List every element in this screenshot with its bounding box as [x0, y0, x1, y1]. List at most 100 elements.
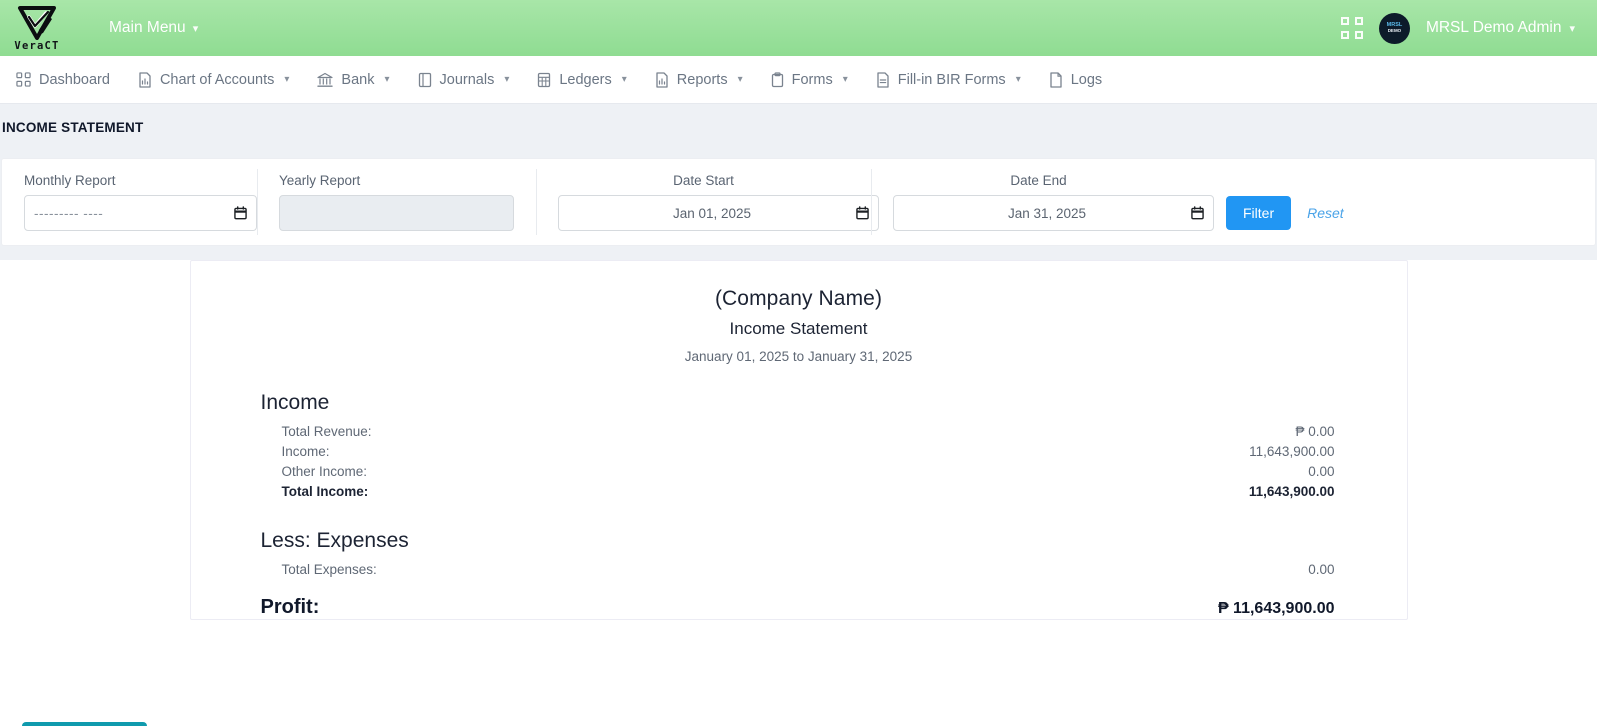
nav-label: Reports	[676, 71, 728, 88]
chevron-down-icon: ▾	[192, 22, 199, 35]
row-amount: 0.00	[1308, 562, 1335, 577]
avatar-line-1: MRSL	[1386, 21, 1403, 28]
chevron-down-icon: ▾	[621, 74, 627, 85]
book-icon	[418, 72, 431, 87]
table-row: Total Expenses: 0.00	[227, 560, 1371, 580]
chevron-down-icon: ▾	[737, 74, 743, 85]
yearly-report-group: Yearly Report	[257, 169, 536, 235]
header-right-cluster: MRSL DEMO MRSL Demo Admin ▾	[1340, 12, 1579, 44]
income-statement-sheet: (Company Name) Income Statement January …	[189, 260, 1408, 620]
page-title: INCOME STATEMENT	[2, 120, 144, 135]
calendar-icon[interactable]	[234, 206, 247, 220]
document-icon	[139, 71, 151, 88]
row-label: Total Income:	[281, 484, 369, 499]
nav-item-ledgers[interactable]: Ledgers ▾	[523, 56, 640, 104]
file-text-icon	[877, 71, 889, 88]
monthly-report-label: Monthly Report	[24, 173, 116, 188]
report-company-name: (Company Name)	[714, 287, 883, 310]
row-amount: 11,643,900.00	[1248, 484, 1335, 499]
monthly-report-group: Monthly Report --------- ----	[24, 169, 257, 235]
chevron-down-icon: ▾	[1015, 74, 1021, 85]
filter-button[interactable]: Filter	[1226, 196, 1292, 230]
nav-item-reports[interactable]: Reports ▾	[641, 56, 757, 104]
row-label: Other Income:	[281, 464, 368, 479]
avatar[interactable]: MRSL DEMO	[1378, 12, 1410, 44]
grid-icon	[16, 72, 31, 87]
nav-item-logs[interactable]: Logs	[1035, 56, 1116, 104]
report-icon	[656, 71, 668, 88]
top-header: VeraCT Main Menu ▾ MRSL DEMO MRSL Demo A…	[0, 0, 1597, 56]
date-start-group: Date Start Jan 01, 2025	[536, 169, 879, 235]
date-start-value: Jan 01, 2025	[672, 205, 752, 221]
yearly-report-label: Yearly Report	[279, 173, 361, 188]
main-navigation: Dashboard Chart of Accounts ▾ Bank ▾ Jou…	[0, 56, 1597, 104]
fullscreen-icon[interactable]	[1340, 17, 1363, 39]
expenses-section-heading: Less: Expenses	[260, 529, 409, 552]
nav-item-dashboard[interactable]: Dashboard	[2, 56, 124, 104]
user-name-label: MRSL Demo Admin	[1425, 19, 1562, 36]
chevron-down-icon: ▾	[384, 74, 390, 85]
date-end-label: Date End	[1010, 173, 1067, 188]
main-menu-button[interactable]: Main Menu ▾	[109, 19, 198, 37]
report-date-range: January 01, 2025 to January 31, 2025	[684, 349, 913, 364]
table-row: Income: 11,643,900.00	[227, 442, 1371, 462]
date-end-input[interactable]: Jan 31, 2025	[893, 195, 1214, 231]
report-area: (Company Name) Income Statement January …	[0, 260, 1597, 708]
page-title-bar: INCOME STATEMENT	[0, 104, 1597, 158]
profit-row: Profit: ₱ 11,643,900.00	[227, 592, 1371, 624]
chevron-down-icon: ▾	[284, 74, 290, 85]
row-amount: ₱ 0.00	[1295, 424, 1335, 439]
monthly-report-input[interactable]: --------- ----	[24, 195, 257, 231]
table-row: Total Revenue: ₱ 0.00	[227, 422, 1371, 442]
row-amount: 0.00	[1308, 464, 1335, 479]
nav-item-journals[interactable]: Journals ▾	[404, 56, 524, 104]
profit-amount: ₱ 11,643,900.00	[1217, 600, 1335, 617]
row-label: Total Expenses:	[281, 562, 377, 577]
date-start-label: Date Start	[673, 173, 734, 188]
nav-item-fill-in-bir-forms[interactable]: Fill-in BIR Forms ▾	[862, 56, 1035, 104]
table-row: Total Income: 11,643,900.00	[227, 482, 1371, 502]
nav-label: Bank	[341, 71, 375, 88]
yearly-report-input[interactable]	[279, 195, 514, 231]
nav-label: Ledgers	[559, 71, 612, 88]
nav-item-forms[interactable]: Forms ▾	[757, 56, 862, 104]
nav-label: Chart of Accounts	[159, 71, 275, 88]
print-save-button[interactable]: Print / Save	[22, 722, 148, 726]
nav-label: Journals	[439, 71, 495, 88]
profit-label: Profit:	[260, 596, 320, 618]
income-section-heading: Income	[260, 391, 330, 414]
brand-logo[interactable]: VeraCT	[0, 0, 74, 56]
filter-actions: Filter Reset	[1206, 174, 1344, 230]
main-menu-label: Main Menu	[109, 19, 186, 36]
chevron-down-icon: ▾	[504, 74, 510, 85]
filter-panel: Monthly Report --------- ---- Yearly Rep…	[1, 158, 1596, 246]
nav-label: Fill-in BIR Forms	[897, 71, 1006, 88]
table-row: Other Income: 0.00	[227, 462, 1371, 482]
nav-label: Forms	[791, 71, 833, 88]
calendar-icon[interactable]	[1191, 206, 1204, 220]
nav-item-bank[interactable]: Bank ▾	[303, 56, 403, 104]
bank-icon	[317, 72, 334, 87]
user-menu-button[interactable]: MRSL Demo Admin ▾	[1426, 19, 1579, 37]
brand-name: VeraCT	[14, 40, 60, 53]
clipboard-icon	[771, 71, 783, 87]
log-icon	[1050, 71, 1062, 88]
date-start-input[interactable]: Jan 01, 2025	[558, 195, 879, 231]
row-amount: 11,643,900.00	[1249, 444, 1335, 459]
report-title: Income Statement	[729, 319, 868, 338]
row-label: Income:	[281, 444, 330, 459]
date-end-value: Jan 31, 2025	[1007, 205, 1087, 221]
nav-label: Dashboard	[39, 71, 110, 88]
nav-label: Logs	[1070, 71, 1103, 88]
chevron-down-icon: ▾	[842, 74, 848, 85]
footer-actions: Print / Save	[0, 708, 1597, 726]
nav-item-chart-of-accounts[interactable]: Chart of Accounts ▾	[124, 56, 303, 104]
avatar-line-2: DEMO	[1387, 27, 1402, 33]
reset-link[interactable]: Reset	[1307, 205, 1344, 221]
veract-logo-icon	[18, 6, 56, 41]
calendar-icon[interactable]	[856, 206, 869, 220]
chevron-down-icon: ▾	[1569, 22, 1575, 35]
row-label: Total Revenue:	[281, 424, 372, 439]
date-end-group: Date End Jan 31, 2025	[871, 169, 1214, 235]
monthly-report-value: --------- ----	[34, 205, 104, 221]
